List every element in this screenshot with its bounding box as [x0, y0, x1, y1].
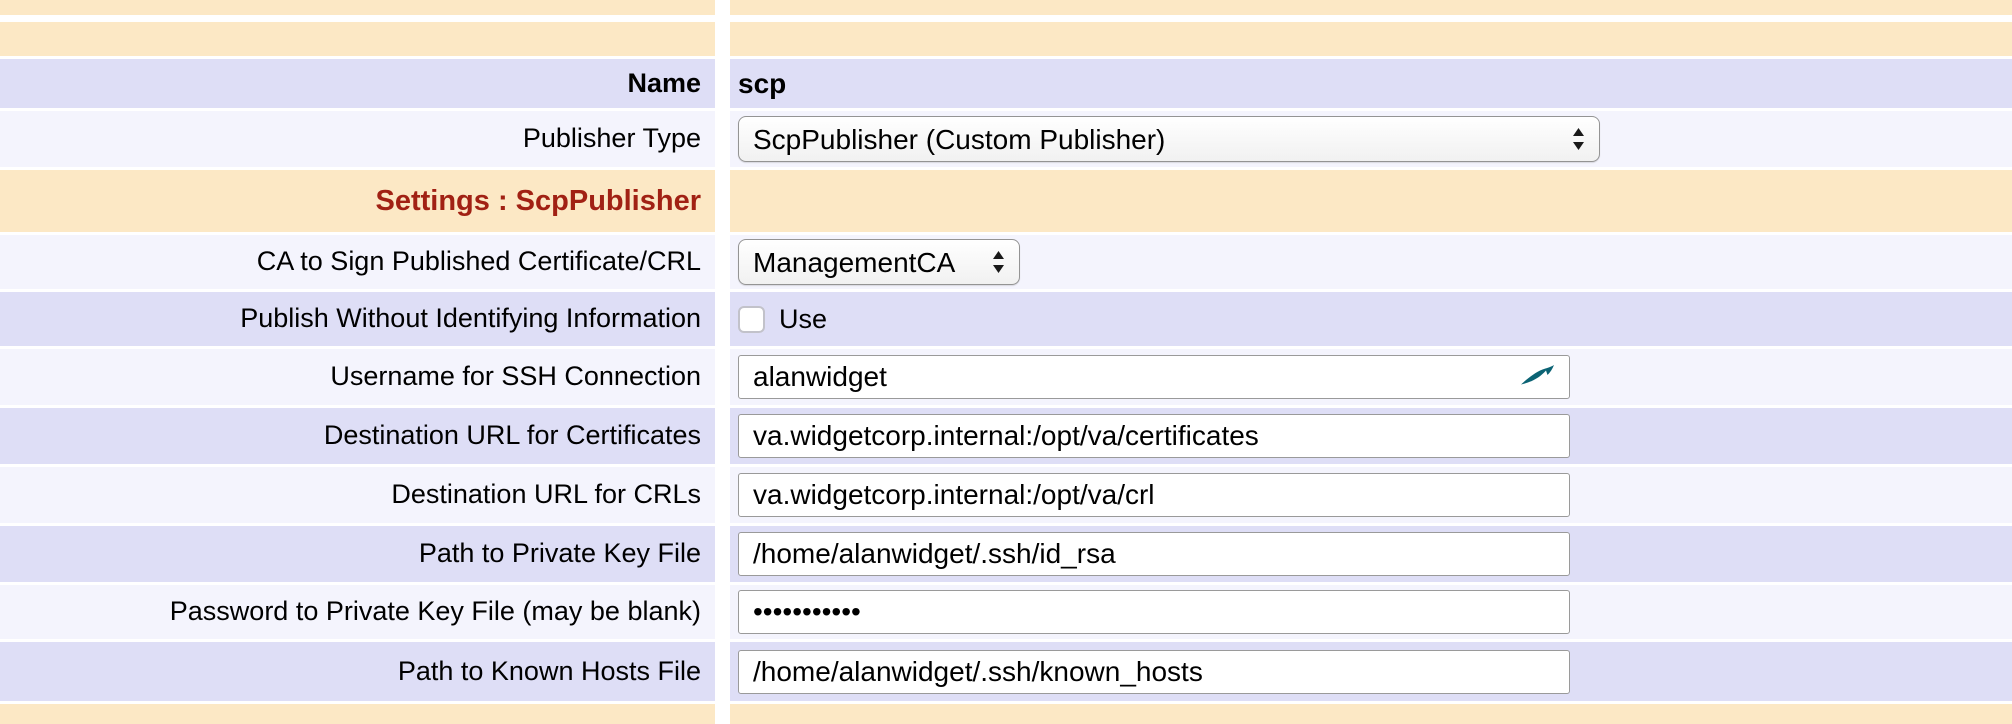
known-hosts-path-label: Path to Known Hosts File: [398, 657, 701, 687]
value-cell: [730, 408, 2012, 464]
known-hosts-path-input[interactable]: [738, 650, 1570, 694]
anonymize-label: Publish Without Identifying Information: [240, 304, 701, 334]
ssh-username-input-wrap: [738, 355, 1570, 399]
section-title: Settings : ScpPublisher: [376, 185, 702, 218]
ssh-username-input[interactable]: [738, 355, 1570, 399]
value-cell: [730, 642, 2012, 701]
value-cell: [730, 526, 2012, 582]
label-cell: Destination URL for CRLs: [0, 467, 715, 523]
private-key-path-row: Path to Private Key File: [0, 526, 2012, 582]
cert-url-label: Destination URL for Certificates: [324, 421, 701, 451]
label-cell: Name: [0, 59, 715, 108]
ssh-username-label: Username for SSH Connection: [330, 362, 701, 392]
value-cell: [730, 467, 2012, 523]
value-cell: Use: [730, 292, 2012, 346]
private-key-password-input[interactable]: [738, 590, 1570, 634]
crl-url-label: Destination URL for CRLs: [391, 480, 701, 510]
band-cell: [730, 704, 2012, 724]
band-cell: [0, 704, 715, 724]
private-key-path-label: Path to Private Key File: [419, 539, 701, 569]
crl-url-row: Destination URL for CRLs: [0, 467, 2012, 523]
private-key-path-input[interactable]: [738, 532, 1570, 576]
ca-select[interactable]: ManagementCA: [738, 239, 1020, 285]
label-cell: Destination URL for Certificates: [0, 408, 715, 464]
value-cell: [730, 349, 2012, 405]
ca-row: CA to Sign Published Certificate/CRL Man…: [0, 235, 2012, 289]
label-cell: Publisher Type: [0, 111, 715, 167]
label-cell: Password to Private Key File (may be bla…: [0, 585, 715, 639]
known-hosts-path-row: Path to Known Hosts File: [0, 642, 2012, 701]
value-cell: ScpPublisher (Custom Publisher): [730, 111, 2012, 167]
publisher-type-select[interactable]: ScpPublisher (Custom Publisher): [738, 116, 1600, 162]
anonymize-row: Publish Without Identifying Information …: [0, 292, 2012, 346]
name-label: Name: [627, 69, 701, 99]
publisher-type-label: Publisher Type: [523, 124, 701, 154]
ssh-username-row: Username for SSH Connection: [0, 349, 2012, 405]
value-cell: scp: [730, 59, 2012, 108]
label-cell: CA to Sign Published Certificate/CRL: [0, 235, 715, 289]
name-row: Name scp: [0, 59, 2012, 108]
value-cell: ManagementCA: [730, 235, 2012, 289]
label-cell: Path to Private Key File: [0, 526, 715, 582]
section-title-cell: Settings : ScpPublisher: [0, 170, 715, 232]
edit-publisher-form: Name scp Publisher Type ScpPublisher (Cu…: [0, 0, 2012, 724]
label-cell: Username for SSH Connection: [0, 349, 715, 405]
band-cell: [730, 170, 2012, 232]
use-checkbox[interactable]: [738, 306, 765, 333]
section-band-header: [0, 22, 2012, 56]
publisher-type-row: Publisher Type ScpPublisher (Custom Publ…: [0, 111, 2012, 167]
password-manager-autofill-icon[interactable]: [1520, 363, 1556, 389]
ca-label: CA to Sign Published Certificate/CRL: [257, 247, 701, 277]
use-checkbox-label: Use: [779, 304, 827, 335]
band-cell: [730, 0, 2012, 15]
cert-url-row: Destination URL for Certificates: [0, 408, 2012, 464]
section-band-top-partial: [0, 0, 2012, 15]
name-value: scp: [738, 68, 786, 100]
band-cell: [0, 22, 715, 56]
private-key-password-label: Password to Private Key File (may be bla…: [170, 597, 701, 627]
section-band-bottom-partial: [0, 704, 2012, 724]
cert-url-input[interactable]: [738, 414, 1570, 458]
private-key-password-row: Password to Private Key File (may be bla…: [0, 585, 2012, 639]
ca-select-wrap: ManagementCA: [738, 239, 1020, 285]
publisher-type-select-wrap: ScpPublisher (Custom Publisher): [738, 116, 1600, 162]
band-cell: [0, 0, 715, 15]
label-cell: Publish Without Identifying Information: [0, 292, 715, 346]
label-cell: Path to Known Hosts File: [0, 642, 715, 701]
crl-url-input[interactable]: [738, 473, 1570, 517]
band-cell: [730, 22, 2012, 56]
value-cell: [730, 585, 2012, 639]
settings-section-row: Settings : ScpPublisher: [0, 170, 2012, 232]
